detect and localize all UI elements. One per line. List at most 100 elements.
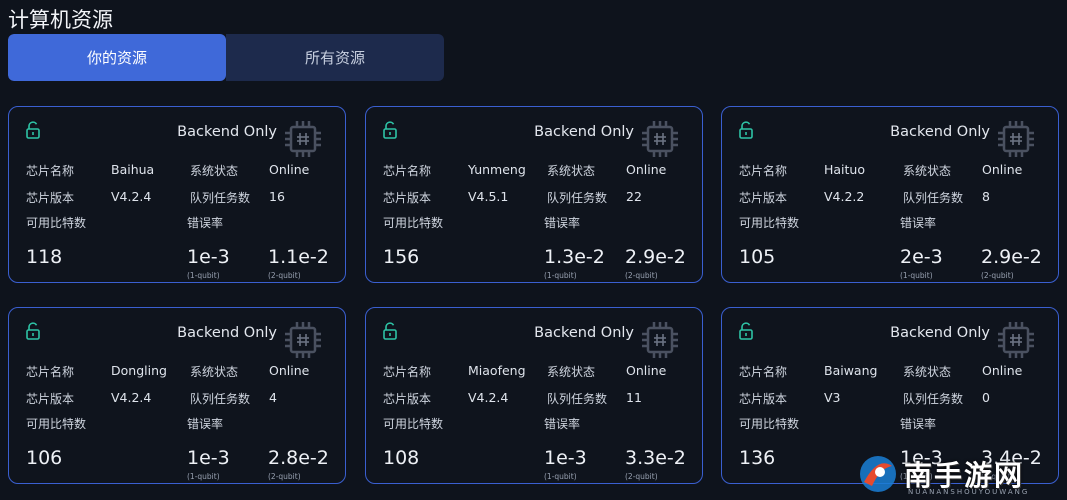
one-qubit-caption: (1-qubit): [187, 271, 220, 280]
chip-version-label: 芯片版本: [26, 392, 75, 406]
two-qubit-caption: (2-qubit): [268, 271, 301, 280]
page-title: 计算机资源: [8, 8, 113, 32]
error-rate-2qubit-value: 3.3e-2: [625, 447, 686, 469]
chip-name-value: Baihua: [111, 162, 155, 177]
chip-version-label: 芯片版本: [26, 191, 75, 205]
chip-version-value: V4.2.2: [824, 189, 865, 204]
unlock-icon: [26, 322, 40, 340]
chip-name-label: 芯片名称: [26, 164, 75, 178]
system-status-label: 系统状态: [190, 164, 239, 178]
system-status-value: Online: [269, 162, 310, 177]
available-qubits-value: 156: [383, 246, 420, 268]
system-status-value: Online: [626, 363, 667, 378]
backend-only-label: Backend Only: [534, 124, 634, 140]
error-rate-1qubit-value: 1e-3: [544, 447, 587, 469]
chip-name-value: Dongling: [111, 363, 167, 378]
error-rate-1qubit-value: 1.3e-2: [544, 246, 605, 268]
queue-tasks-label: 队列任务数: [547, 191, 608, 205]
tab-your-resources[interactable]: 你的资源: [8, 34, 226, 81]
resource-card[interactable]: Backend Only 芯片名称 Yunmeng 系统状态 Online 芯片版本 V4.…: [365, 106, 703, 283]
chip-version-value: V4.5.1: [468, 189, 509, 204]
watermark: 南手游网 NUANANSHOUYOUWANG: [856, 448, 1066, 500]
backend-only-label: Backend Only: [890, 325, 990, 341]
chip-version-label: 芯片版本: [739, 392, 788, 406]
chip-name-value: Yunmeng: [468, 162, 526, 177]
tab-all-resources[interactable]: 所有资源: [226, 34, 444, 81]
available-qubits-value: 105: [739, 246, 776, 268]
chip-icon: [285, 322, 321, 358]
queue-tasks-label: 队列任务数: [190, 191, 251, 205]
resource-card[interactable]: Backend Only 芯片名称 Dongling 系统状态 Online 芯片版本 V4…: [8, 307, 346, 484]
unlock-icon: [739, 322, 753, 340]
chip-version-value: V4.2.4: [468, 390, 509, 405]
chip-name-label: 芯片名称: [383, 164, 432, 178]
queue-tasks-value: 16: [269, 189, 285, 204]
available-qubits-label: 可用比特数: [383, 216, 444, 230]
resource-card[interactable]: Backend Only 芯片名称 Miaofeng 系统状态 Online 芯片版本 V4…: [365, 307, 703, 484]
unlock-icon: [383, 322, 397, 340]
queue-tasks-label: 队列任务数: [903, 392, 964, 406]
queue-tasks-value: 22: [626, 189, 642, 204]
chip-name-value: Haituo: [824, 162, 866, 177]
system-status-label: 系统状态: [547, 365, 596, 379]
chip-name-label: 芯片名称: [26, 365, 75, 379]
resource-card[interactable]: Backend Only 芯片名称 Baihua 系统状态 Online 芯片版本 V4.2…: [8, 106, 346, 283]
queue-tasks-value: 0: [982, 390, 990, 405]
queue-tasks-value: 8: [982, 189, 990, 204]
available-qubits-label: 可用比特数: [26, 417, 87, 431]
chip-name-value: Baiwang: [824, 363, 878, 378]
chip-icon: [998, 121, 1034, 157]
queue-tasks-label: 队列任务数: [547, 392, 608, 406]
system-status-value: Online: [982, 363, 1023, 378]
system-status-value: Online: [626, 162, 667, 177]
chip-name-label: 芯片名称: [739, 365, 788, 379]
queue-tasks-label: 队列任务数: [903, 191, 964, 205]
system-status-label: 系统状态: [190, 365, 239, 379]
chip-name-label: 芯片名称: [739, 164, 788, 178]
backend-only-label: Backend Only: [177, 124, 277, 140]
backend-only-label: Backend Only: [890, 124, 990, 140]
error-rate-label: 错误率: [187, 417, 224, 431]
error-rate-1qubit-value: 1e-3: [187, 447, 230, 469]
backend-only-label: Backend Only: [534, 325, 634, 341]
error-rate-label: 错误率: [900, 216, 937, 230]
one-qubit-caption: (1-qubit): [900, 271, 933, 280]
two-qubit-caption: (2-qubit): [268, 472, 301, 481]
error-rate-2qubit-value: 2.9e-2: [625, 246, 686, 268]
backend-only-label: Backend Only: [177, 325, 277, 341]
available-qubits-value: 106: [26, 447, 63, 469]
chip-version-label: 芯片版本: [739, 191, 788, 205]
chip-version-value: V4.2.4: [111, 390, 152, 405]
unlock-icon: [739, 121, 753, 139]
chip-version-value: V3: [824, 390, 841, 405]
available-qubits-label: 可用比特数: [383, 417, 444, 431]
available-qubits-label: 可用比特数: [739, 417, 800, 431]
one-qubit-caption: (1-qubit): [544, 472, 577, 481]
two-qubit-caption: (2-qubit): [625, 472, 658, 481]
error-rate-2qubit-value: 2.9e-2: [981, 246, 1042, 268]
available-qubits-label: 可用比特数: [26, 216, 87, 230]
chip-icon: [642, 322, 678, 358]
error-rate-2qubit-value: 1.1e-2: [268, 246, 329, 268]
available-qubits-value: 136: [739, 447, 776, 469]
watermark-subtext: NUANANSHOUYOUWANG: [908, 488, 1030, 496]
resource-card[interactable]: Backend Only 芯片名称 Haituo 系统状态 Online 芯片版本 V4.2…: [721, 106, 1059, 283]
system-status-label: 系统状态: [903, 164, 952, 178]
error-rate-1qubit-value: 1e-3: [187, 246, 230, 268]
system-status-value: Online: [982, 162, 1023, 177]
chip-name-value: Miaofeng: [468, 363, 526, 378]
chip-version-label: 芯片版本: [383, 191, 432, 205]
error-rate-2qubit-value: 2.8e-2: [268, 447, 329, 469]
error-rate-label: 错误率: [544, 216, 581, 230]
chip-icon: [642, 121, 678, 157]
queue-tasks-label: 队列任务数: [190, 392, 251, 406]
chip-icon: [285, 121, 321, 157]
error-rate-1qubit-value: 2e-3: [900, 246, 943, 268]
chip-version-value: V4.2.4: [111, 189, 152, 204]
available-qubits-value: 108: [383, 447, 420, 469]
watermark-logo-icon: [860, 456, 896, 492]
available-qubits-value: 118: [26, 246, 63, 268]
two-qubit-caption: (2-qubit): [625, 271, 658, 280]
resource-tabs: 你的资源 所有资源: [8, 34, 444, 81]
one-qubit-caption: (1-qubit): [187, 472, 220, 481]
